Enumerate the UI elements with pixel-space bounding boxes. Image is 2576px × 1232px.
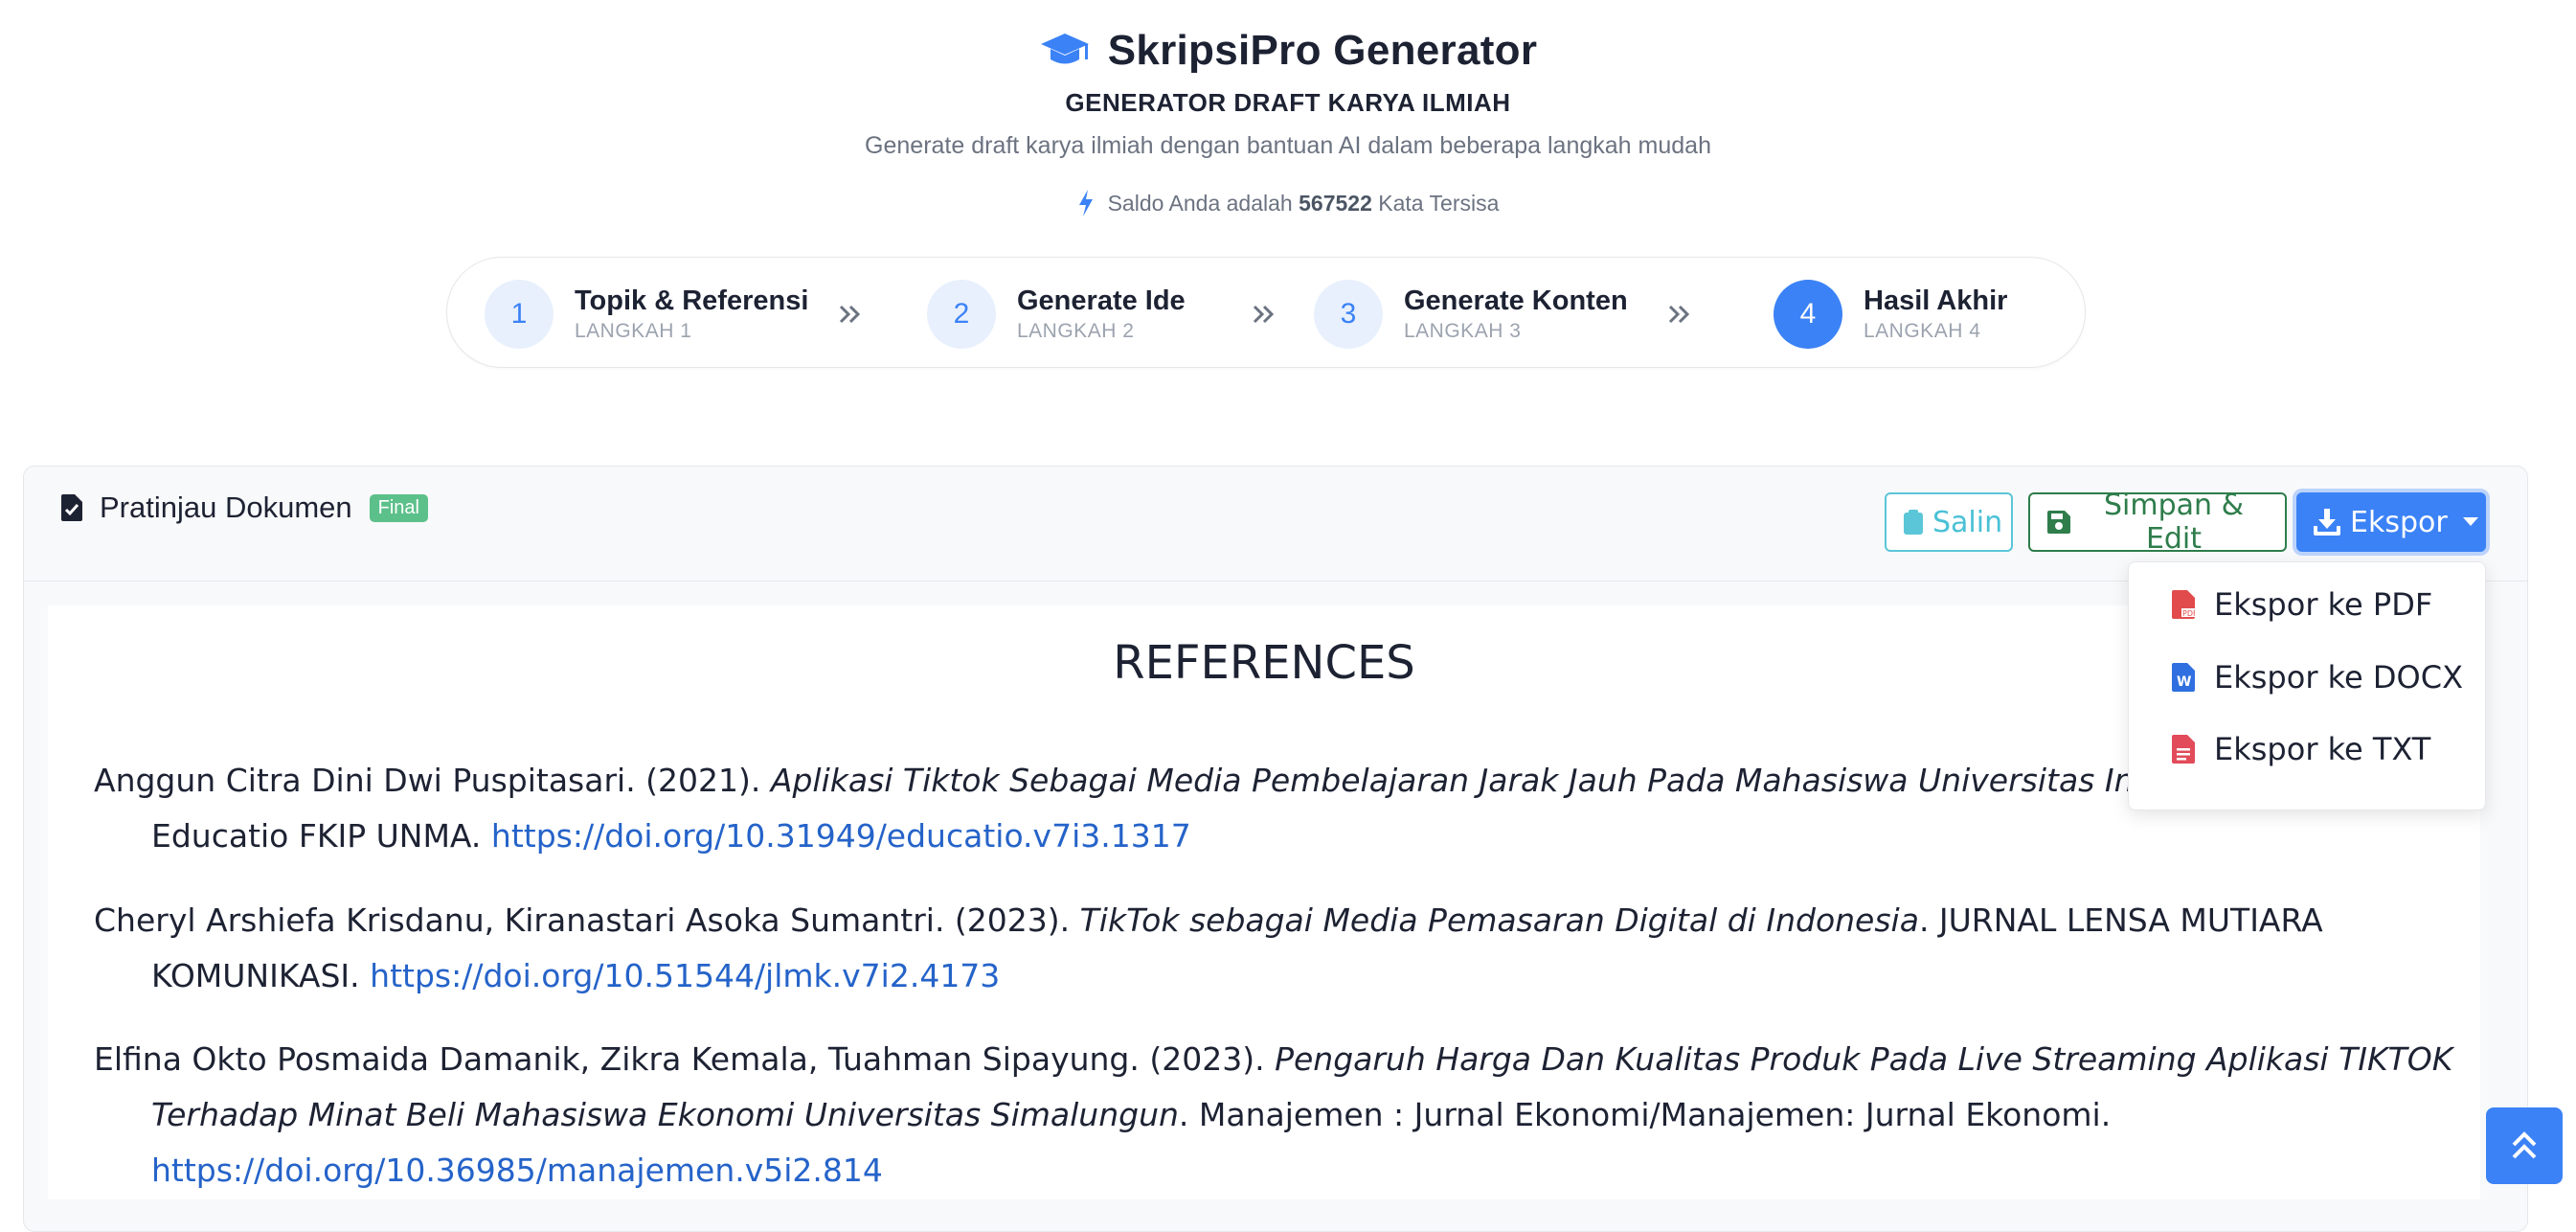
page-tagline: Generate draft karya ilmiah dengan bantu… (865, 132, 1711, 159)
svg-text:W: W (2177, 674, 2191, 690)
export-button-label: Ekspor (2350, 505, 2448, 539)
save-edit-button[interactable]: Simpan & Edit (2028, 489, 2287, 556)
clipboard-icon (1904, 510, 1923, 535)
chevron-double-right-icon (839, 305, 861, 324)
bolt-icon (1078, 190, 1093, 217)
step-title: Hasil Akhir (1864, 285, 2008, 316)
step-2[interactable]: 2 Generate Ide LANGKAH 2 (927, 280, 1186, 349)
scroll-to-top-button[interactable] (2486, 1107, 2563, 1184)
export-docx-item[interactable]: W Ekspor ke DOCX (2172, 659, 2463, 696)
status-badge: Final (369, 493, 428, 522)
step-sub: LANGKAH 2 (1017, 320, 1135, 342)
step-number: 1 (485, 280, 554, 349)
export-dropdown-button[interactable]: Ekspor (2296, 492, 2486, 552)
step-sub: LANGKAH 4 (1864, 320, 1981, 342)
document-title: Pratinjau Dokumen Final (61, 491, 428, 525)
document-title-text: Pratinjau Dokumen (100, 491, 352, 524)
doi-link[interactable]: https://doi.org/10.36985/manajemen.v5i2.… (151, 1152, 883, 1189)
step-sub: LANGKAH 3 (1404, 320, 1522, 342)
saldo-info: Saldo Anda adalah 567522 Kata Tersisa (0, 190, 2576, 217)
step-title: Generate Ide (1017, 285, 1186, 316)
step-number: 2 (927, 280, 996, 349)
pdf-file-icon: PDF (2172, 590, 2195, 619)
saldo-suffix: Kata Tersisa (1378, 190, 1500, 216)
file-check-icon (61, 494, 82, 521)
reference-item: Cheryl Arshiefa Krisdanu, Kiranastari As… (94, 901, 2323, 994)
reference-item: Elfina Okto Posmaida Damanik, Zikra Kema… (94, 1040, 2453, 1189)
doi-link[interactable]: https://doi.org/10.31949/educatio.v7i3.1… (491, 817, 1191, 855)
txt-file-icon (2172, 735, 2195, 764)
references-heading: REFERENCES (1113, 636, 1415, 690)
step-number: 4 (1774, 280, 1842, 349)
save-edit-button-label: Simpan & Edit (2104, 489, 2244, 556)
doi-link[interactable]: https://doi.org/10.51544/jlmk.v7i2.4173 (370, 957, 1000, 994)
page-subtitle: GENERATOR DRAFT KARYA ILMIAH (1065, 88, 1511, 117)
svg-text:PDF: PDF (2182, 609, 2195, 618)
saldo-prefix: Saldo Anda adalah (1107, 190, 1293, 216)
saldo-value: 567522 (1299, 190, 1372, 216)
brand: SkripsiPro Generator (0, 27, 2576, 75)
caret-down-icon (2462, 517, 2478, 526)
step-title: Generate Konten (1404, 285, 1628, 316)
save-icon (2047, 511, 2070, 534)
copy-button-label: Salin (1932, 505, 2003, 539)
chevron-double-right-icon (1668, 305, 1690, 324)
brand-title: SkripsiPro Generator (1107, 27, 1538, 74)
export-txt-item[interactable]: Ekspor ke TXT (2172, 731, 2430, 767)
copy-button[interactable]: Salin (1885, 492, 2013, 552)
step-4[interactable]: 4 Hasil Akhir LANGKAH 4 (1774, 280, 2007, 349)
step-3[interactable]: 3 Generate Konten LANGKAH 3 (1314, 280, 1628, 349)
export-pdf-item[interactable]: PDF Ekspor ke PDF (2172, 586, 2432, 623)
step-number: 3 (1314, 280, 1383, 349)
download-icon (2314, 509, 2340, 536)
docx-file-icon: W (2172, 663, 2195, 692)
chevron-double-right-icon (1253, 305, 1275, 324)
step-sub: LANGKAH 1 (575, 320, 692, 342)
graduation-cap-icon (1040, 34, 1089, 64)
step-1[interactable]: 1 Topik & Referensi LANGKAH 1 (485, 280, 808, 349)
step-title: Topik & Referensi (575, 285, 809, 316)
chevron-double-up-icon (2512, 1131, 2537, 1159)
